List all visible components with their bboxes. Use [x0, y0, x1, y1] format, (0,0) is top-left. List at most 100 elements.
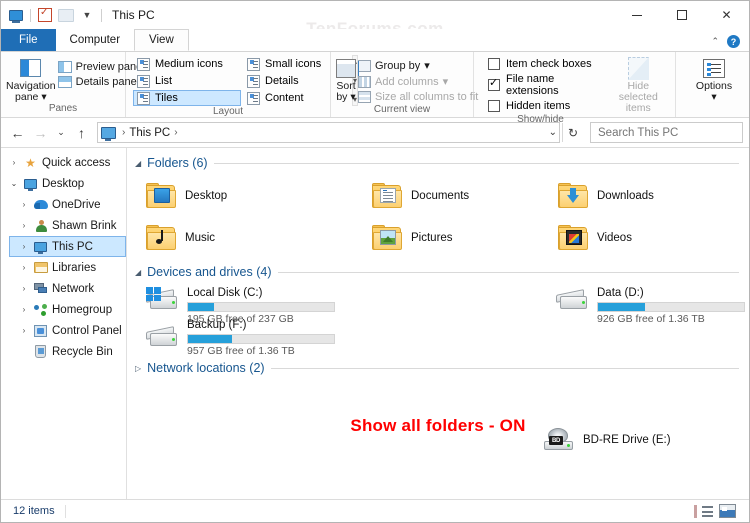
sidebar-item-shawn-brink[interactable]: › Shawn Brink: [1, 215, 126, 236]
sidebar-item-this-pc[interactable]: › This PC: [9, 236, 126, 257]
tile-music[interactable]: Music: [141, 217, 367, 259]
collapse-caret-icon[interactable]: ◢: [135, 268, 141, 277]
chevron-down-icon[interactable]: ▾: [443, 75, 449, 88]
medium-icons-icon: [137, 57, 150, 71]
chevron-up-icon[interactable]: ⌃: [711, 36, 719, 47]
folder-documents-icon: [372, 183, 403, 209]
help-icon[interactable]: ?: [727, 35, 740, 48]
drive-local-disk-c[interactable]: Local Disk (C:) 195 GB free of 237 GB: [141, 283, 551, 325]
tile-label: Music: [185, 232, 216, 244]
layout-list[interactable]: List: [133, 73, 241, 89]
drive-data-d[interactable]: Data (D:) 926 GB free of 1.36 TB: [551, 283, 749, 325]
this-pc-icon[interactable]: [7, 6, 25, 24]
section-header-folders[interactable]: ◢ Folders (6): [127, 152, 749, 172]
tile-videos[interactable]: Videos: [553, 217, 749, 259]
expander-icon[interactable]: ⌄: [6, 179, 22, 188]
tiles-icon: [137, 91, 150, 105]
address-dropdown-icon[interactable]: ⌄: [549, 127, 557, 138]
layout-medium-icons[interactable]: Medium icons: [133, 56, 241, 72]
layout-tiles[interactable]: Tiles: [133, 90, 241, 106]
libraries-icon: [32, 262, 49, 273]
tab-file[interactable]: File: [1, 29, 56, 51]
group-by-button[interactable]: Group by ▾: [356, 58, 482, 73]
tile-pictures[interactable]: Pictures: [367, 217, 553, 259]
search-input[interactable]: [596, 125, 750, 140]
properties-checkbox-icon[interactable]: [36, 6, 54, 24]
options-button[interactable]: Options ▾: [684, 55, 744, 103]
expander-icon[interactable]: ›: [16, 284, 32, 293]
recent-locations-button[interactable]: ⌄: [53, 122, 69, 143]
user-icon: [32, 219, 49, 232]
minimize-button[interactable]: [614, 1, 659, 29]
expander-icon[interactable]: ›: [16, 305, 32, 314]
section-divider: [213, 162, 739, 164]
expander-icon[interactable]: ›: [16, 200, 32, 209]
preview-pane-icon: [57, 61, 72, 73]
main-area: › ★ Quick access ⌄ Desktop › OneDrive › …: [1, 147, 749, 499]
breadcrumb-separator-2[interactable]: ›: [170, 127, 181, 138]
sidebar-item-libraries[interactable]: › Libraries: [1, 257, 126, 278]
size-all-columns-button[interactable]: Size all columns to fit: [356, 90, 482, 104]
sidebar-item-quick-access[interactable]: › ★ Quick access: [1, 152, 126, 173]
checkbox-file-name-extensions[interactable]: [488, 77, 500, 91]
expander-icon[interactable]: ›: [16, 263, 32, 272]
back-button[interactable]: ←: [7, 122, 28, 143]
sidebar-item-desktop[interactable]: ⌄ Desktop: [1, 173, 126, 194]
tile-label: Documents: [411, 190, 470, 202]
group-label-show-hide: Show/hide: [517, 114, 564, 125]
sidebar-item-homegroup[interactable]: › Homegroup: [1, 299, 126, 320]
tile-desktop[interactable]: Desktop: [141, 175, 367, 217]
large-icons-view-button[interactable]: [718, 503, 737, 520]
chevron-down-icon[interactable]: ▾: [41, 91, 46, 103]
hide-selected-items-icon: [627, 56, 649, 80]
hidden-items-option[interactable]: Hidden items: [484, 99, 599, 113]
expander-icon[interactable]: ›: [16, 326, 32, 335]
expand-caret-icon[interactable]: ▷: [135, 364, 141, 373]
sidebar-item-network[interactable]: › Network: [1, 278, 126, 299]
drive-name: Local Disk (C:): [187, 287, 263, 299]
add-columns-button[interactable]: Add columns ▾: [356, 74, 482, 89]
tab-computer[interactable]: Computer: [56, 29, 135, 51]
checkbox-hidden-items[interactable]: [488, 100, 500, 112]
tile-documents[interactable]: Documents: [367, 175, 553, 217]
chevron-down-icon[interactable]: ▾: [350, 91, 355, 103]
close-button[interactable]: ✕: [704, 1, 749, 29]
hide-selected-items-button[interactable]: Hide selected items: [607, 55, 670, 114]
folder-downloads-icon: [558, 183, 589, 209]
section-divider: [270, 367, 739, 369]
item-check-boxes-option[interactable]: Item check boxes: [484, 57, 599, 71]
maximize-button[interactable]: [659, 1, 704, 29]
sidebar-label: Libraries: [52, 261, 97, 274]
chevron-down-icon[interactable]: ▾: [424, 59, 430, 72]
chevron-down-icon[interactable]: ▾: [711, 92, 716, 103]
tab-view[interactable]: View: [134, 29, 189, 51]
forward-button[interactable]: →: [30, 122, 51, 143]
expander-icon[interactable]: ›: [16, 221, 32, 230]
sidebar-item-recycle-bin[interactable]: Recycle Bin: [1, 341, 126, 362]
sidebar-item-onedrive[interactable]: › OneDrive: [1, 194, 126, 215]
breadcrumb-this-pc[interactable]: This PC: [129, 127, 170, 139]
checkbox-item-check-boxes[interactable]: [488, 58, 500, 70]
folder-videos-icon: [558, 225, 589, 251]
tile-downloads[interactable]: Downloads: [553, 175, 749, 217]
details-view-button[interactable]: [694, 503, 713, 520]
navigation-pane-icon: [20, 57, 42, 79]
navigation-pane-button[interactable]: Navigation pane ▾: [6, 55, 56, 103]
sort-by-button[interactable]: Sort by ▾: [336, 55, 359, 103]
group-label-options: [676, 103, 749, 117]
chevron-down-icon[interactable]: ▼: [78, 6, 96, 24]
expander-icon[interactable]: ›: [16, 242, 32, 251]
section-header-network[interactable]: ▷ Network locations (2): [127, 357, 749, 377]
up-button[interactable]: ↑: [71, 122, 92, 143]
file-name-extensions-option[interactable]: File name extensions: [484, 72, 599, 98]
collapse-caret-icon[interactable]: ◢: [135, 159, 141, 168]
list-icon: [137, 74, 150, 88]
new-folder-icon[interactable]: [57, 6, 75, 24]
ribbon-group-panes: Navigation pane ▾ Preview pane Details p…: [1, 52, 142, 117]
expander-icon[interactable]: ›: [6, 158, 22, 167]
sidebar-label: Network: [52, 282, 95, 295]
sidebar-item-control-panel[interactable]: › Control Panel: [1, 320, 126, 341]
quick-access-toolbar: ▼: [1, 6, 104, 24]
drive-backup-f[interactable]: Backup (F:) 957 GB free of 1.36 TB: [141, 319, 551, 357]
section-header-devices[interactable]: ◢ Devices and drives (4): [127, 261, 749, 281]
